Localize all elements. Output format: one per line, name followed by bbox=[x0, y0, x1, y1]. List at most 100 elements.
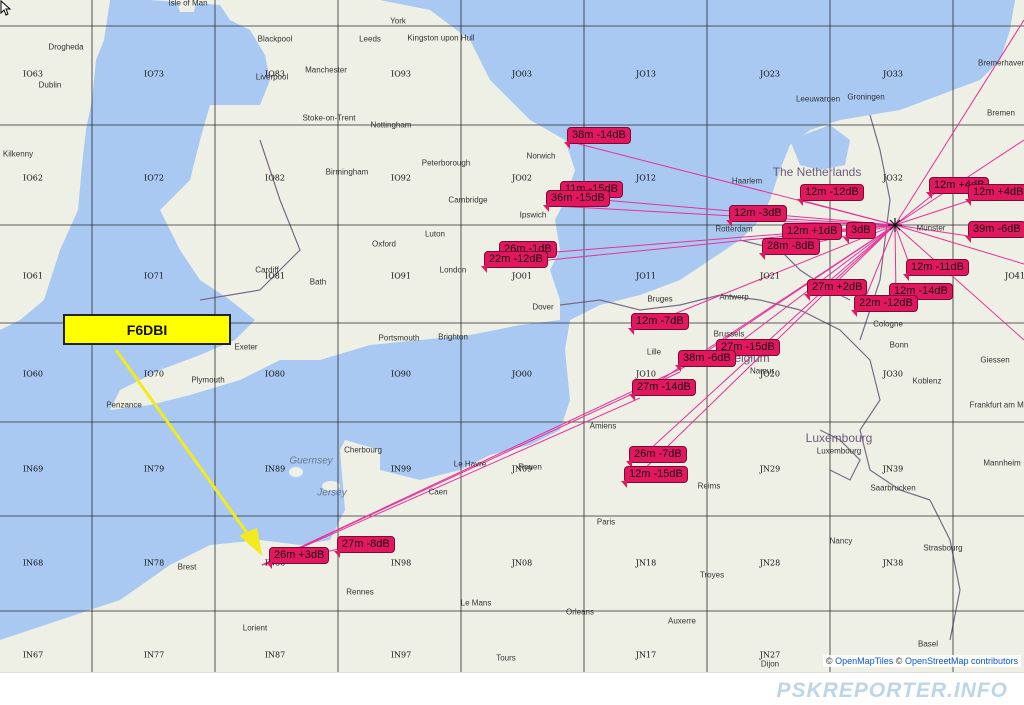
grid-square-label: IO72 bbox=[144, 173, 164, 183]
city-label: Peterborough bbox=[421, 158, 471, 168]
spot-marker[interactable]: 27m +2dB bbox=[803, 279, 868, 301]
city-label: Caen bbox=[428, 487, 448, 497]
city-label: Bruges bbox=[647, 294, 673, 304]
grid-square-label: IO71 bbox=[144, 271, 164, 281]
grid-square-label: IO73 bbox=[144, 69, 164, 79]
city-label: Bonn bbox=[889, 340, 909, 350]
city-label: Drogheda bbox=[48, 42, 84, 52]
grid-square-label: IO61 bbox=[23, 271, 43, 281]
grid-square-label: JN29 bbox=[759, 464, 781, 474]
spot-marker[interactable]: 12m -11dB bbox=[903, 259, 969, 281]
city-label: Le Havre bbox=[453, 459, 487, 469]
city-label: Bath bbox=[309, 277, 327, 287]
callsign-box: F6DBI bbox=[63, 314, 231, 345]
grid-square-label: JN38 bbox=[882, 558, 904, 568]
spot-marker[interactable]: 27m -8dB bbox=[334, 536, 395, 558]
city-label: Frankfurt am Main bbox=[969, 400, 1024, 410]
city-label: Brussels bbox=[713, 329, 745, 339]
city-label: Reims bbox=[697, 481, 721, 491]
spot-marker[interactable]: 38m -14dB bbox=[564, 127, 631, 149]
city-label: Blackpool bbox=[257, 34, 293, 44]
grid-square-label: IO60 bbox=[23, 369, 43, 379]
grid-square-label: JN08 bbox=[511, 558, 533, 568]
grid-square-label: JO02 bbox=[512, 173, 532, 183]
city-label: Kilkenny bbox=[2, 149, 34, 159]
grid-square-label: IN99 bbox=[390, 464, 412, 474]
grid-square-label: IN77 bbox=[143, 650, 165, 660]
city-label: York bbox=[390, 16, 406, 26]
city-label: Oxford bbox=[371, 239, 397, 249]
openstreetmap-link[interactable]: OpenStreetMap contributors bbox=[905, 656, 1018, 666]
city-label: Leeuwarden bbox=[795, 94, 841, 104]
station-marker bbox=[888, 218, 902, 232]
grid-square-label: IN79 bbox=[143, 464, 165, 474]
grid-square-label: JO12 bbox=[636, 173, 656, 183]
city-label: Dijon bbox=[760, 659, 780, 669]
city-label: Rotterdam bbox=[715, 224, 753, 234]
city-label: Bremen bbox=[986, 108, 1016, 118]
spot-marker[interactable]: 22m -12dB bbox=[851, 295, 918, 317]
city-label: Brest bbox=[177, 562, 197, 572]
spot-marker[interactable]: 12m -3dB bbox=[726, 205, 787, 227]
grid-square-label: IN68 bbox=[22, 558, 44, 568]
grid-square-label: IO80 bbox=[265, 369, 285, 379]
grid-square-label: IN98 bbox=[390, 558, 412, 568]
grid-square-label: IN67 bbox=[22, 650, 44, 660]
city-label: Dover bbox=[532, 302, 554, 312]
city-label: Cologne bbox=[873, 319, 903, 329]
spot-marker[interactable]: 12m -7dB bbox=[628, 313, 689, 335]
spot-marker[interactable]: 26m +3dB bbox=[265, 547, 330, 569]
grid-square-label: IO70 bbox=[144, 369, 164, 379]
spot-marker[interactable]: 26m -7dB bbox=[626, 446, 687, 468]
spot-marker[interactable]: 12m -15dB bbox=[621, 466, 688, 488]
city-label: Haarlem bbox=[731, 176, 763, 186]
grid-square-label: JO32 bbox=[883, 173, 903, 183]
spot-marker[interactable]: 39m -6dB bbox=[965, 221, 1024, 243]
land-guernsey bbox=[289, 467, 303, 477]
island-label: Guernsey bbox=[289, 455, 333, 467]
city-label: Groningen bbox=[847, 92, 885, 102]
spot-marker[interactable]: 27m -14dB bbox=[629, 379, 696, 401]
copyright-symbol: © bbox=[825, 656, 833, 666]
city-label: Lorient bbox=[242, 623, 268, 633]
city-label: Le Mans bbox=[460, 598, 492, 608]
grid-square-label: JN39 bbox=[882, 464, 904, 474]
grid-square-label: JO21 bbox=[760, 271, 780, 281]
city-label: Brighton bbox=[438, 332, 468, 342]
city-label: Manchester bbox=[305, 65, 347, 75]
grid-square-label: IN89 bbox=[264, 464, 286, 474]
spot-marker[interactable]: 22m -12dB bbox=[481, 251, 548, 273]
spot-marker[interactable]: 36m -15dB bbox=[543, 190, 610, 212]
grid-square-label: IO62 bbox=[23, 173, 43, 183]
grid-square-label: JN17 bbox=[635, 650, 657, 660]
callsign-label: F6DBI bbox=[126, 321, 168, 338]
city-label: Norwich bbox=[526, 151, 556, 161]
spot-marker[interactable]: 12m +4dB bbox=[964, 184, 1024, 206]
map-view[interactable]: IO63 IO73 IO83 IO93 JO03 JO13 JO23 JO33 IO62 IO72… bbox=[0, 0, 1024, 672]
city-label: Troyes bbox=[699, 570, 725, 580]
grid-square-label: JO03 bbox=[512, 69, 532, 79]
city-label: Luxembourg bbox=[816, 446, 862, 456]
grid-square-label: JO33 bbox=[883, 69, 903, 79]
spot-marker[interactable]: 12m -12dB bbox=[797, 184, 864, 206]
grid-square-label: JN27 bbox=[759, 650, 781, 660]
spot-marker[interactable]: 3dB bbox=[843, 222, 876, 244]
spot-marker[interactable]: 28m -8dB bbox=[759, 238, 820, 260]
city-label: Plymouth bbox=[191, 375, 225, 385]
country-label: Luxembourg bbox=[805, 431, 873, 445]
spot-marker[interactable]: 38m -6dB bbox=[675, 350, 736, 372]
city-label: Amiens bbox=[589, 421, 617, 431]
city-label: Giessen bbox=[980, 355, 1010, 365]
footer-bar: PSKREPORTER.INFO bbox=[0, 672, 1024, 705]
city-label: Nottingham bbox=[370, 120, 412, 130]
grid-square-label: JO00 bbox=[512, 369, 532, 379]
city-label: Munster bbox=[916, 223, 946, 233]
openmaptiles-link[interactable]: OpenMapTiles bbox=[835, 656, 893, 666]
city-label: Mannheim bbox=[983, 458, 1021, 468]
city-label: Exeter bbox=[234, 342, 258, 352]
map-attribution: © OpenMapTiles © OpenStreetMap contribut… bbox=[822, 655, 1021, 667]
grid-square-label: IN78 bbox=[143, 558, 165, 568]
brand-logo-text[interactable]: PSKREPORTER.INFO bbox=[777, 679, 1008, 703]
grid-square-label: IN69 bbox=[22, 464, 44, 474]
city-label: Antwerp bbox=[719, 292, 749, 302]
